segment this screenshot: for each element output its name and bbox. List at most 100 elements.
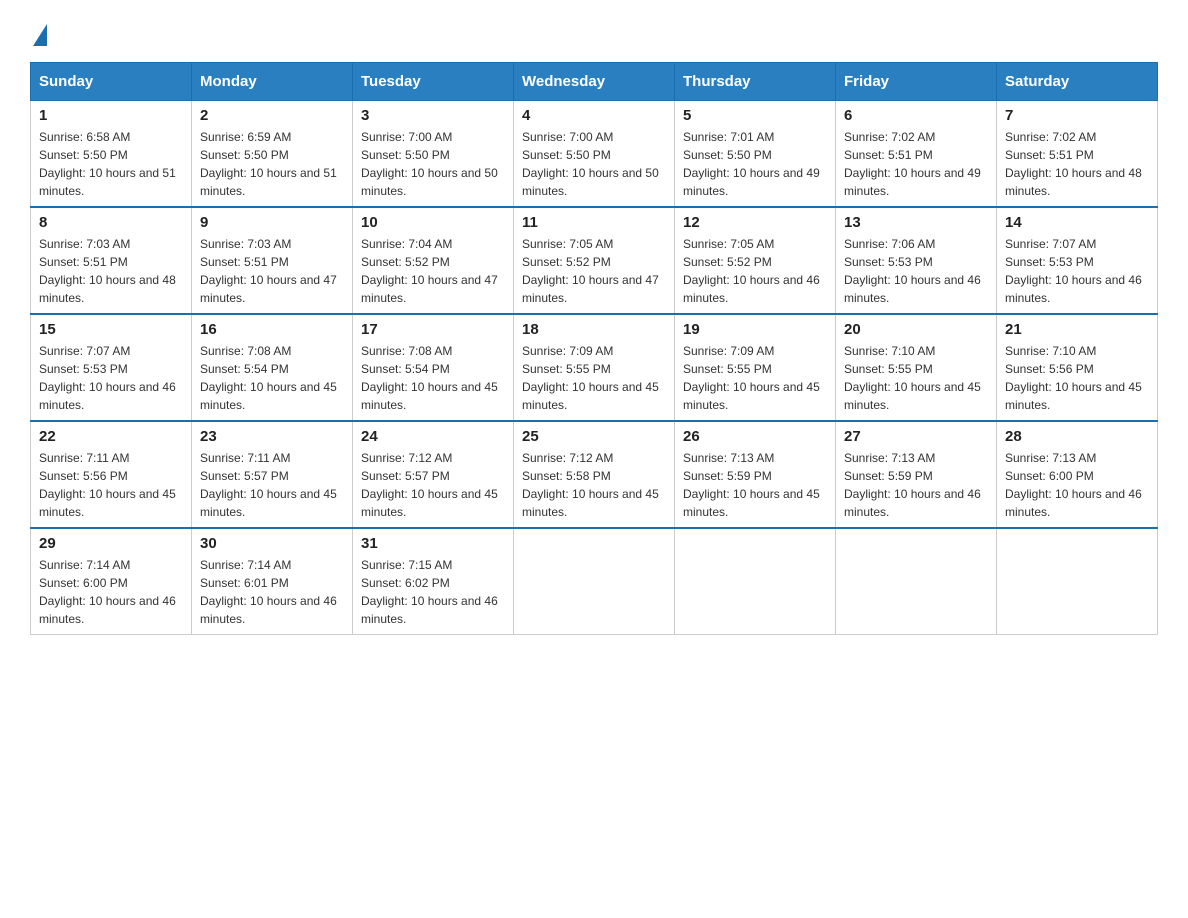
day-number: 15 — [39, 321, 183, 338]
day-number: 17 — [361, 321, 505, 338]
calendar-cell: 24Sunrise: 7:12 AMSunset: 5:57 PMDayligh… — [353, 421, 514, 528]
day-number: 26 — [683, 428, 827, 445]
day-number: 9 — [200, 214, 344, 231]
calendar-table: SundayMondayTuesdayWednesdayThursdayFrid… — [30, 62, 1158, 635]
day-number: 1 — [39, 107, 183, 124]
calendar-cell: 10Sunrise: 7:04 AMSunset: 5:52 PMDayligh… — [353, 207, 514, 314]
calendar-cell: 29 Sunrise: 7:14 AMSunset: 6:00 PMDayligh… — [31, 528, 192, 635]
day-info: Sunrise: 7:03 AMSunset: 5:51 PMDaylight:… — [39, 235, 183, 307]
calendar-cell: 1 Sunrise: 6:58 AMSunset: 5:50 PMDaylight… — [31, 101, 192, 208]
calendar-cell — [836, 528, 997, 635]
day-number: 11 — [522, 214, 666, 231]
day-info: Sunrise: 6:58 AMSunset: 5:50 PMDaylight:… — [39, 128, 183, 200]
calendar-cell: 30 Sunrise: 7:14 AMSunset: 6:01 PMDayligh… — [192, 528, 353, 635]
calendar-cell — [514, 528, 675, 635]
calendar-cell: 7Sunrise: 7:02 AMSunset: 5:51 PMDaylight… — [997, 101, 1158, 208]
day-info: Sunrise: 7:06 AMSunset: 5:53 PMDaylight:… — [844, 235, 988, 307]
calendar-cell: 8 Sunrise: 7:03 AMSunset: 5:51 PMDaylight… — [31, 207, 192, 314]
weekday-header-row: SundayMondayTuesdayWednesdayThursdayFrid… — [31, 63, 1158, 101]
day-number: 25 — [522, 428, 666, 445]
day-info: Sunrise: 7:10 AMSunset: 5:56 PMDaylight:… — [1005, 342, 1149, 414]
calendar-week-row: 15 Sunrise: 7:07 AMSunset: 5:53 PMDayligh… — [31, 314, 1158, 421]
day-info: Sunrise: 7:12 AMSunset: 5:58 PMDaylight:… — [522, 449, 666, 521]
day-number: 27 — [844, 428, 988, 445]
day-info: Sunrise: 7:09 AMSunset: 5:55 PMDaylight:… — [522, 342, 666, 414]
day-info: Sunrise: 7:13 AMSunset: 5:59 PMDaylight:… — [844, 449, 988, 521]
day-number: 4 — [522, 107, 666, 124]
day-info: Sunrise: 7:14 AMSunset: 6:01 PMDaylight:… — [200, 556, 344, 628]
day-info: Sunrise: 7:12 AMSunset: 5:57 PMDaylight:… — [361, 449, 505, 521]
weekday-header-sunday: Sunday — [31, 63, 192, 101]
day-number: 2 — [200, 107, 344, 124]
calendar-cell: 9 Sunrise: 7:03 AMSunset: 5:51 PMDaylight… — [192, 207, 353, 314]
calendar-cell: 14Sunrise: 7:07 AMSunset: 5:53 PMDayligh… — [997, 207, 1158, 314]
calendar-cell: 5 Sunrise: 7:01 AMSunset: 5:50 PMDaylight… — [675, 101, 836, 208]
day-info: Sunrise: 7:13 AMSunset: 5:59 PMDaylight:… — [683, 449, 827, 521]
day-info: Sunrise: 7:01 AMSunset: 5:50 PMDaylight:… — [683, 128, 827, 200]
day-info: Sunrise: 7:03 AMSunset: 5:51 PMDaylight:… — [200, 235, 344, 307]
day-info: Sunrise: 7:09 AMSunset: 5:55 PMDaylight:… — [683, 342, 827, 414]
calendar-cell: 31Sunrise: 7:15 AMSunset: 6:02 PMDayligh… — [353, 528, 514, 635]
day-info: Sunrise: 7:05 AMSunset: 5:52 PMDaylight:… — [522, 235, 666, 307]
calendar-cell: 27 Sunrise: 7:13 AMSunset: 5:59 PMDayligh… — [836, 421, 997, 528]
day-number: 29 — [39, 535, 183, 552]
day-number: 5 — [683, 107, 827, 124]
calendar-cell: 6 Sunrise: 7:02 AMSunset: 5:51 PMDaylight… — [836, 101, 997, 208]
day-number: 14 — [1005, 214, 1149, 231]
day-info: Sunrise: 7:05 AMSunset: 5:52 PMDaylight:… — [683, 235, 827, 307]
day-number: 3 — [361, 107, 505, 124]
calendar-week-row: 29 Sunrise: 7:14 AMSunset: 6:00 PMDayligh… — [31, 528, 1158, 635]
calendar-cell: 11 Sunrise: 7:05 AMSunset: 5:52 PMDayligh… — [514, 207, 675, 314]
day-info: Sunrise: 6:59 AMSunset: 5:50 PMDaylight:… — [200, 128, 344, 200]
day-info: Sunrise: 7:11 AMSunset: 5:56 PMDaylight:… — [39, 449, 183, 521]
weekday-header-friday: Friday — [836, 63, 997, 101]
day-number: 19 — [683, 321, 827, 338]
day-info: Sunrise: 7:08 AMSunset: 5:54 PMDaylight:… — [200, 342, 344, 414]
day-info: Sunrise: 7:14 AMSunset: 6:00 PMDaylight:… — [39, 556, 183, 628]
calendar-week-row: 1 Sunrise: 6:58 AMSunset: 5:50 PMDaylight… — [31, 101, 1158, 208]
day-number: 30 — [200, 535, 344, 552]
logo — [30, 20, 47, 42]
day-info: Sunrise: 7:02 AMSunset: 5:51 PMDaylight:… — [844, 128, 988, 200]
day-number: 6 — [844, 107, 988, 124]
day-number: 12 — [683, 214, 827, 231]
calendar-week-row: 22 Sunrise: 7:11 AMSunset: 5:56 PMDayligh… — [31, 421, 1158, 528]
day-number: 18 — [522, 321, 666, 338]
day-info: Sunrise: 7:00 AMSunset: 5:50 PMDaylight:… — [361, 128, 505, 200]
calendar-cell: 2 Sunrise: 6:59 AMSunset: 5:50 PMDaylight… — [192, 101, 353, 208]
weekday-header-thursday: Thursday — [675, 63, 836, 101]
weekday-header-tuesday: Tuesday — [353, 63, 514, 101]
day-info: Sunrise: 7:04 AMSunset: 5:52 PMDaylight:… — [361, 235, 505, 307]
weekday-header-saturday: Saturday — [997, 63, 1158, 101]
calendar-cell: 23Sunrise: 7:11 AMSunset: 5:57 PMDayligh… — [192, 421, 353, 528]
calendar-cell: 22 Sunrise: 7:11 AMSunset: 5:56 PMDayligh… — [31, 421, 192, 528]
calendar-cell — [997, 528, 1158, 635]
day-number: 13 — [844, 214, 988, 231]
day-number: 22 — [39, 428, 183, 445]
day-number: 8 — [39, 214, 183, 231]
calendar-week-row: 8 Sunrise: 7:03 AMSunset: 5:51 PMDaylight… — [31, 207, 1158, 314]
calendar-cell: 16Sunrise: 7:08 AMSunset: 5:54 PMDayligh… — [192, 314, 353, 421]
calendar-cell: 17 Sunrise: 7:08 AMSunset: 5:54 PMDayligh… — [353, 314, 514, 421]
day-info: Sunrise: 7:15 AMSunset: 6:02 PMDaylight:… — [361, 556, 505, 628]
calendar-cell: 21Sunrise: 7:10 AMSunset: 5:56 PMDayligh… — [997, 314, 1158, 421]
page-header — [30, 20, 1158, 42]
calendar-cell: 26 Sunrise: 7:13 AMSunset: 5:59 PMDayligh… — [675, 421, 836, 528]
day-number: 28 — [1005, 428, 1149, 445]
day-info: Sunrise: 7:08 AMSunset: 5:54 PMDaylight:… — [361, 342, 505, 414]
logo-triangle-icon — [33, 24, 47, 46]
day-info: Sunrise: 7:11 AMSunset: 5:57 PMDaylight:… — [200, 449, 344, 521]
day-info: Sunrise: 7:07 AMSunset: 5:53 PMDaylight:… — [39, 342, 183, 414]
calendar-cell: 20Sunrise: 7:10 AMSunset: 5:55 PMDayligh… — [836, 314, 997, 421]
calendar-cell: 3 Sunrise: 7:00 AMSunset: 5:50 PMDaylight… — [353, 101, 514, 208]
calendar-cell: 19 Sunrise: 7:09 AMSunset: 5:55 PMDayligh… — [675, 314, 836, 421]
calendar-cell: 18 Sunrise: 7:09 AMSunset: 5:55 PMDayligh… — [514, 314, 675, 421]
calendar-cell: 4Sunrise: 7:00 AMSunset: 5:50 PMDaylight… — [514, 101, 675, 208]
calendar-cell: 15 Sunrise: 7:07 AMSunset: 5:53 PMDayligh… — [31, 314, 192, 421]
weekday-header-monday: Monday — [192, 63, 353, 101]
day-info: Sunrise: 7:10 AMSunset: 5:55 PMDaylight:… — [844, 342, 988, 414]
calendar-cell: 25 Sunrise: 7:12 AMSunset: 5:58 PMDayligh… — [514, 421, 675, 528]
calendar-cell: 12 Sunrise: 7:05 AMSunset: 5:52 PMDayligh… — [675, 207, 836, 314]
day-info: Sunrise: 7:02 AMSunset: 5:51 PMDaylight:… — [1005, 128, 1149, 200]
calendar-cell — [675, 528, 836, 635]
